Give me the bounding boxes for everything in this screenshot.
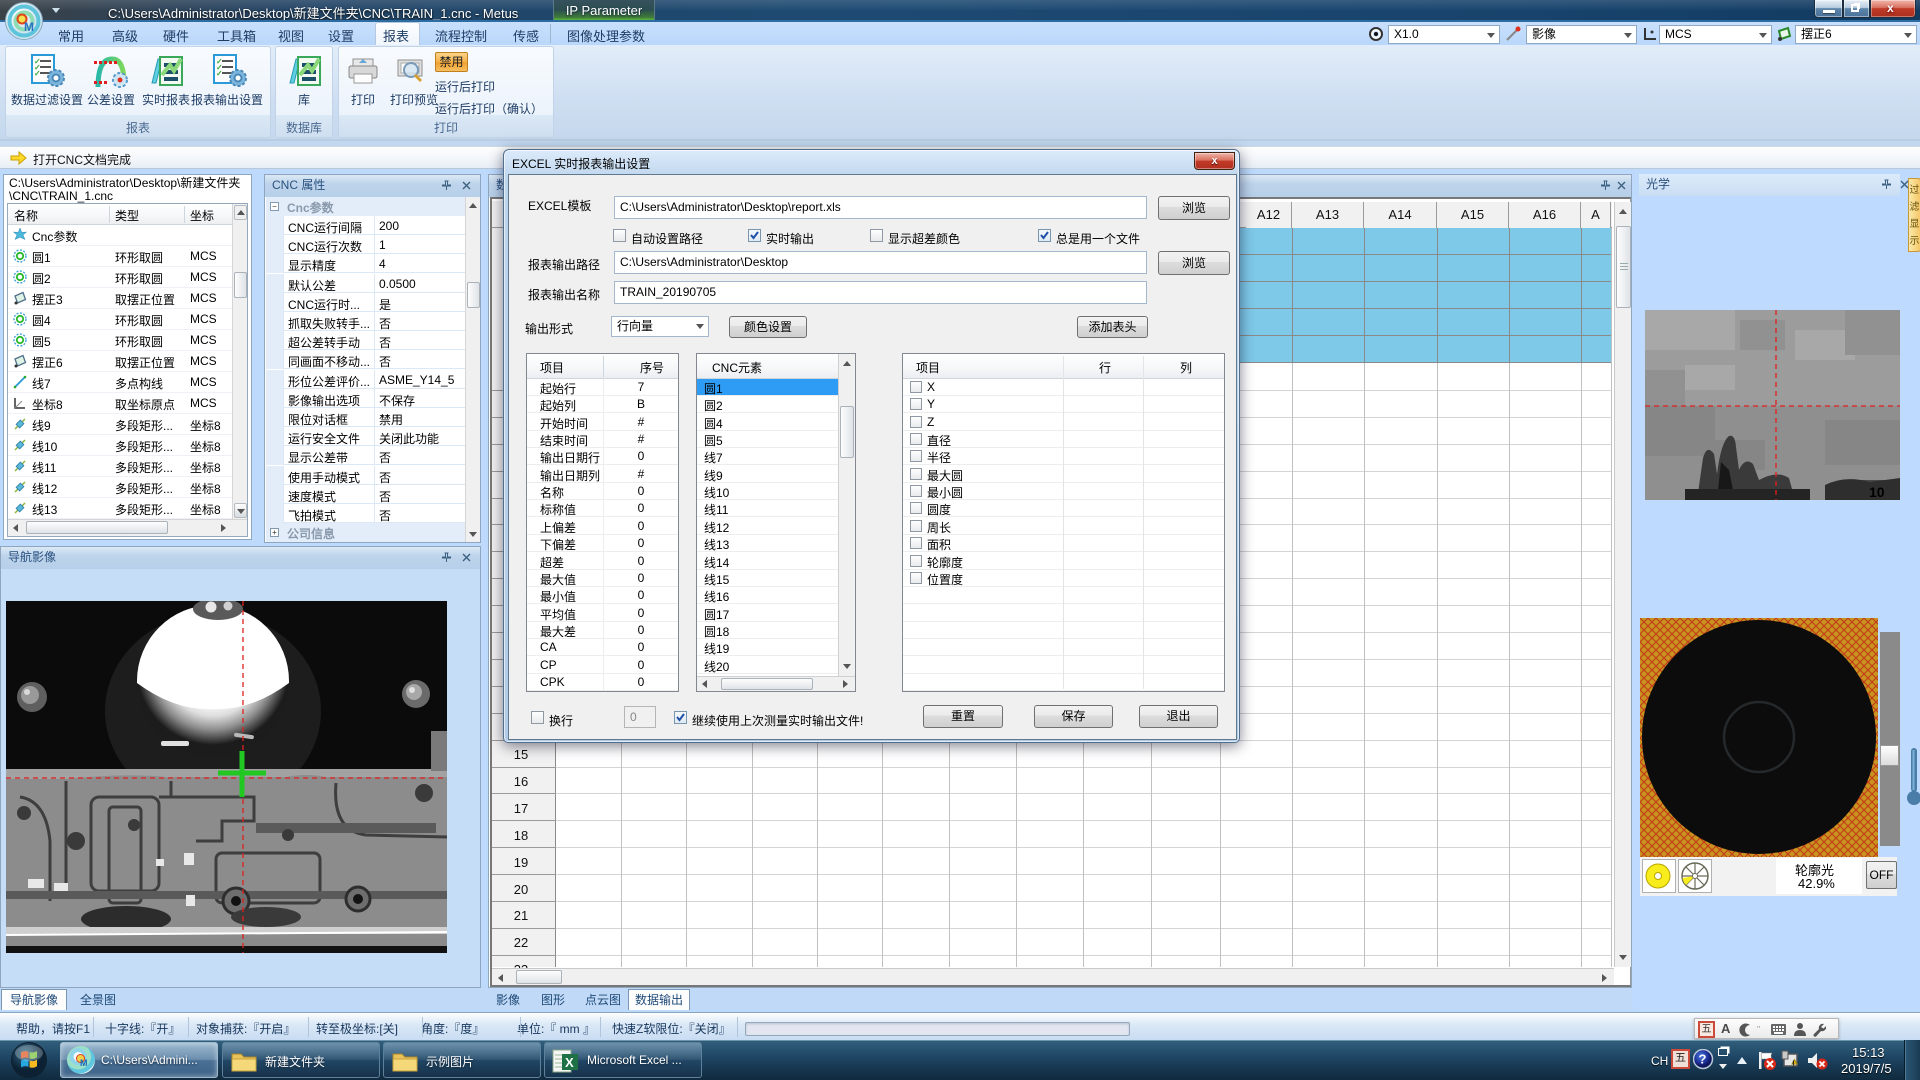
svg-text:M: M	[24, 20, 34, 34]
svg-text:?: ?	[1699, 1052, 1707, 1067]
svg-text:✓: ✓	[216, 69, 223, 78]
svg-text:10: 10	[1869, 484, 1885, 500]
svg-text:✓: ✓	[34, 69, 41, 78]
svg-text:X: X	[565, 1055, 574, 1070]
svg-text:!: !	[1792, 1059, 1795, 1069]
